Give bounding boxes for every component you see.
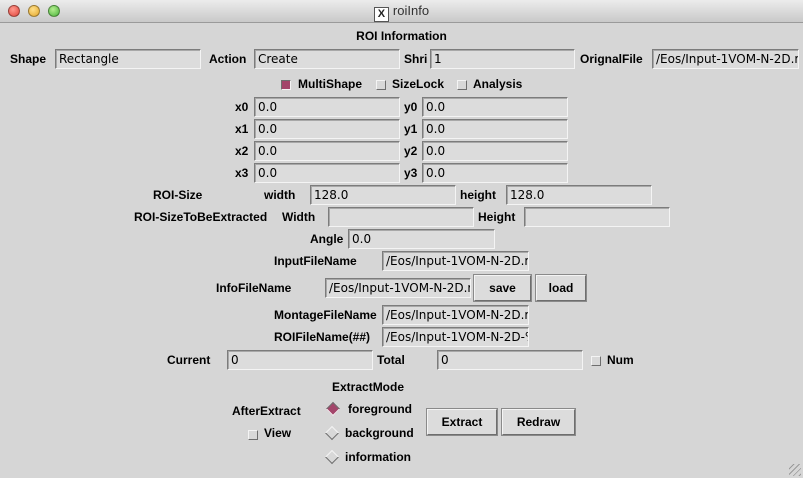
roi-height-label: height (460, 188, 496, 202)
shri-label: Shri (404, 52, 428, 66)
angle-label: Angle (310, 232, 344, 246)
y1-label: y1 (404, 122, 418, 136)
num-checkbox[interactable] (591, 356, 601, 366)
roi-size-to-be-extracted-label: ROI-SizeToBeExtracted (134, 210, 268, 224)
original-file-field[interactable]: /Eos/Input-1VOM-N-2D.mrc (652, 49, 799, 69)
extract-width-label: Width (282, 210, 316, 224)
info-file-name-label: InfoFileName (216, 281, 292, 295)
roi-file-name-field[interactable]: /Eos/Input-1VOM-N-2D-%03d (382, 327, 529, 347)
y3-label: y3 (404, 166, 418, 180)
x2-label: x2 (235, 144, 249, 158)
sizelock-label: SizeLock (392, 77, 445, 91)
extract-height-label: Height (478, 210, 516, 224)
roi-width-field[interactable]: 128.0 (310, 185, 456, 205)
y3-field[interactable]: 0.0 (422, 163, 568, 183)
y0-label: y0 (404, 100, 418, 114)
x2-field[interactable]: 0.0 (254, 141, 400, 161)
y2-field[interactable]: 0.0 (422, 141, 568, 161)
extract-height-field[interactable] (524, 207, 670, 227)
save-button[interactable]: save (474, 275, 531, 301)
total-field[interactable]: 0 (437, 350, 583, 370)
y0-field[interactable]: 0.0 (422, 97, 568, 117)
information-radio[interactable] (324, 449, 340, 465)
extract-mode-label: ExtractMode (332, 380, 405, 394)
window-title: roiInfo (392, 3, 430, 18)
view-checkbox[interactable] (248, 430, 258, 440)
title-bar: XroiInfo (0, 0, 803, 23)
extract-width-field[interactable] (328, 207, 474, 227)
view-label: View (264, 426, 292, 440)
x1-label: x1 (235, 122, 249, 136)
foreground-label: foreground (348, 402, 412, 416)
x11-icon: X (373, 7, 389, 22)
current-label: Current (167, 353, 211, 367)
x3-field[interactable]: 0.0 (254, 163, 400, 183)
shape-field[interactable]: Rectangle (55, 49, 201, 69)
input-file-name-field[interactable]: /Eos/Input-1VOM-N-2D.mrc (382, 251, 529, 271)
roi-information-header: ROI Information (356, 29, 447, 43)
original-file-label: OrignalFile (580, 52, 643, 66)
after-extract-label: AfterExtract (232, 404, 301, 418)
x1-field[interactable]: 0.0 (254, 119, 400, 139)
resize-grip-icon[interactable] (789, 464, 801, 476)
x3-label: x3 (235, 166, 249, 180)
num-label: Num (607, 353, 634, 367)
redraw-button[interactable]: Redraw (502, 409, 575, 435)
analysis-label: Analysis (473, 77, 523, 91)
input-file-name-label: InputFileName (274, 254, 357, 268)
shri-field[interactable]: 1 (430, 49, 575, 69)
total-label: Total (377, 353, 405, 367)
analysis-checkbox[interactable] (457, 80, 467, 90)
y1-field[interactable]: 0.0 (422, 119, 568, 139)
roi-height-field[interactable]: 128.0 (506, 185, 652, 205)
montage-file-name-label: MontageFileName (274, 308, 377, 322)
shape-label: Shape (10, 52, 47, 66)
sizelock-checkbox[interactable] (376, 80, 386, 90)
current-field[interactable]: 0 (227, 350, 373, 370)
window-title-wrap: XroiInfo (0, 3, 803, 22)
load-button[interactable]: load (536, 275, 586, 301)
foreground-radio[interactable] (325, 401, 341, 417)
angle-field[interactable]: 0.0 (348, 229, 495, 249)
multishape-checkbox[interactable] (281, 80, 291, 90)
background-radio[interactable] (324, 425, 340, 441)
info-file-name-field[interactable]: /Eos/Input-1VOM-N-2D.roi (325, 278, 471, 298)
montage-file-name-field[interactable]: /Eos/Input-1VOM-N-2D.montage (382, 305, 529, 325)
multishape-label: MultiShape (298, 77, 363, 91)
roi-file-name-label: ROIFileName(##) (274, 330, 371, 344)
action-field[interactable]: Create (254, 49, 400, 69)
x0-field[interactable]: 0.0 (254, 97, 400, 117)
roi-width-label: width (264, 188, 296, 202)
x0-label: x0 (235, 100, 249, 114)
y2-label: y2 (404, 144, 418, 158)
background-label: background (345, 426, 414, 440)
information-label: information (345, 450, 411, 464)
extract-button[interactable]: Extract (427, 409, 497, 435)
roi-size-label: ROI-Size (153, 188, 203, 202)
action-label: Action (209, 52, 247, 66)
